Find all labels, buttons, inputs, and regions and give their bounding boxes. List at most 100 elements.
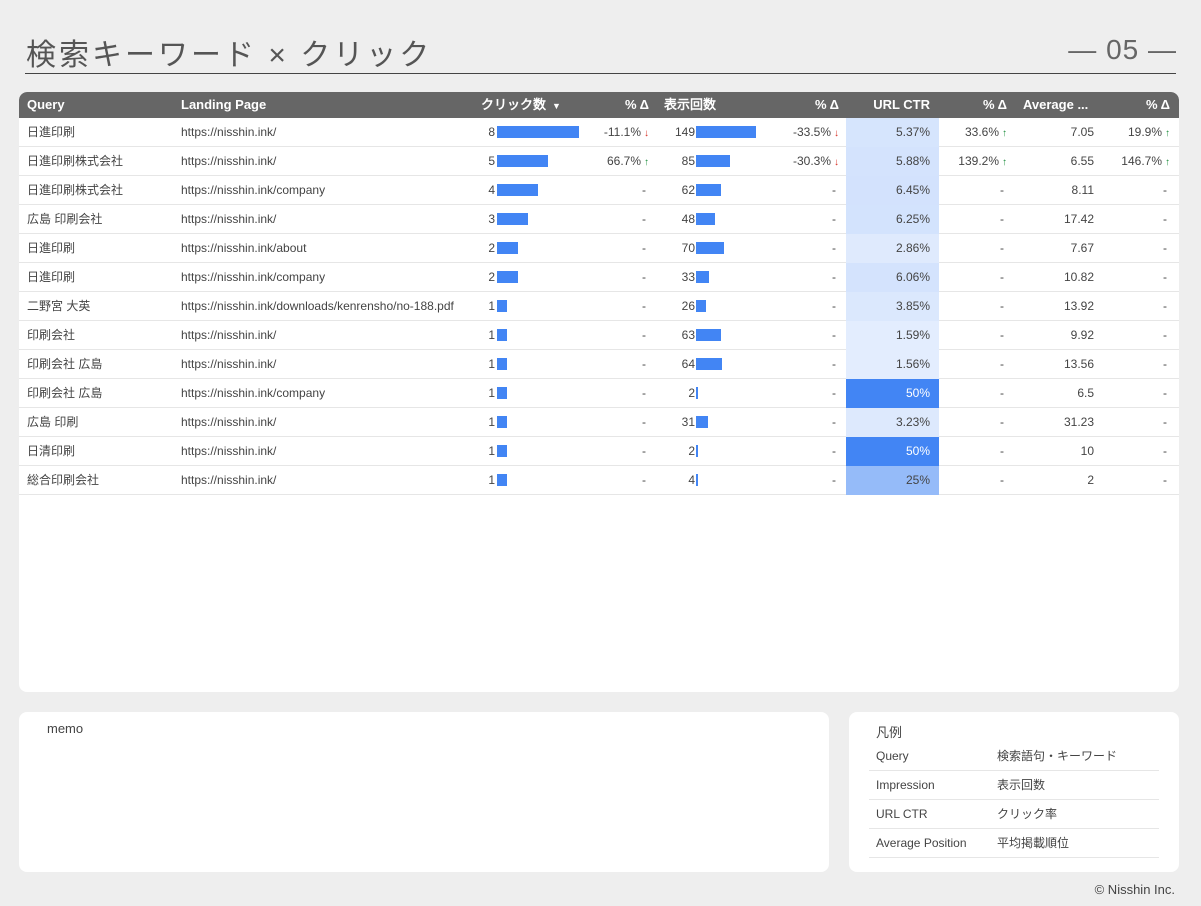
query-cell: 日進印刷株式会社 bbox=[27, 154, 124, 168]
position-cell: 13.92 bbox=[1063, 299, 1094, 313]
ctr-cell: 1.56% bbox=[895, 357, 930, 371]
clicks-delta-cell: - bbox=[579, 321, 649, 350]
legend-key: Impression bbox=[876, 778, 935, 792]
impr-delta-value: - bbox=[832, 328, 836, 342]
clicks-cell: 3 bbox=[488, 212, 495, 226]
impressions-cell: 70 bbox=[681, 241, 695, 255]
table-row[interactable]: 日清印刷 https://nisshin.ink/1 - 2 - 50% - 10 - bbox=[19, 437, 1179, 466]
clicks-bar bbox=[497, 242, 518, 254]
clicks-delta-cell: -11.1% ↓ bbox=[579, 118, 649, 147]
impr-delta-value: - bbox=[832, 212, 836, 226]
landing-page-cell: https://nisshin.ink/ bbox=[181, 328, 277, 342]
arrow-up-icon: ↑ bbox=[1165, 157, 1170, 168]
column-header-query[interactable]: Query bbox=[27, 92, 65, 118]
legend-panel: 凡例 Query 検索語句・キーワード Impression 表示回数 URL … bbox=[849, 712, 1179, 872]
impressions-cell: 2 bbox=[688, 386, 695, 400]
table-row[interactable]: 日進印刷株式会社 https://nisshin.ink/company 4 - 62 -… bbox=[19, 176, 1179, 205]
legend-row: URL CTR クリック率 bbox=[869, 800, 1159, 829]
query-cell: 印刷会社 広島 bbox=[27, 386, 103, 400]
ctr-delta-cell: 139.2% ↑ bbox=[939, 147, 1007, 176]
impressions-bar bbox=[696, 126, 756, 138]
clicks-cell: 1 bbox=[488, 357, 495, 371]
clicks-bar bbox=[497, 358, 507, 370]
pos-delta-value: - bbox=[1163, 241, 1167, 255]
pos-delta-value: 19.9% bbox=[1127, 125, 1162, 139]
pos-delta-cell: 19.9% ↑ bbox=[1099, 118, 1170, 147]
clicks-bar bbox=[497, 416, 507, 428]
impr-delta-value: -33.5% bbox=[792, 125, 831, 139]
table-header: Query Landing Page クリック数 ▼ % Δ 表示回数 % Δ U… bbox=[19, 92, 1179, 118]
pos-delta-cell: - bbox=[1099, 234, 1170, 263]
clicks-delta-value: - bbox=[642, 473, 646, 487]
column-header-clicks[interactable]: クリック数 ▼ bbox=[481, 92, 561, 118]
position-cell: 2 bbox=[1087, 473, 1094, 487]
landing-page-cell: https://nisshin.ink/about bbox=[181, 241, 307, 255]
ctr-cell: 5.88% bbox=[895, 154, 930, 168]
ctr-delta-cell: - bbox=[939, 321, 1007, 350]
memo-panel: memo bbox=[19, 712, 829, 872]
ctr-cell: 6.45% bbox=[895, 183, 930, 197]
query-cell: 広島 印刷 bbox=[27, 415, 79, 429]
column-header-impressions[interactable]: 表示回数 bbox=[664, 92, 716, 118]
pos-delta-value: - bbox=[1163, 473, 1167, 487]
clicks-delta-value: - bbox=[642, 270, 646, 284]
pos-delta-cell: - bbox=[1099, 379, 1170, 408]
table-row[interactable]: 日進印刷株式会社 https://nisshin.ink/5 66.7% ↑ 85 -30… bbox=[19, 147, 1179, 176]
column-header-ctr[interactable]: URL CTR bbox=[846, 92, 930, 118]
impressions-cell: 64 bbox=[681, 357, 695, 371]
clicks-cell: 1 bbox=[488, 473, 495, 487]
ctr-delta-cell: - bbox=[939, 263, 1007, 292]
landing-page-cell: https://nisshin.ink/downloads/kenrensho/… bbox=[181, 299, 454, 313]
pos-delta-cell: - bbox=[1099, 408, 1170, 437]
position-cell: 31.23 bbox=[1063, 415, 1094, 429]
column-header-impressions-delta[interactable]: % Δ bbox=[769, 92, 839, 118]
table-row[interactable]: 日進印刷 https://nisshin.ink/company 2 - 33 - 6.06… bbox=[19, 263, 1179, 292]
clicks-delta-cell: - bbox=[579, 408, 649, 437]
legend-key: URL CTR bbox=[876, 807, 928, 821]
clicks-cell: 1 bbox=[488, 444, 495, 458]
clicks-bar bbox=[497, 474, 507, 486]
column-header-position[interactable]: Average ... bbox=[1023, 92, 1088, 118]
impr-delta-value: - bbox=[832, 270, 836, 284]
clicks-bar bbox=[497, 184, 538, 196]
table-row[interactable]: 印刷会社 https://nisshin.ink/1 - 63 - 1.59% - 9.92 - bbox=[19, 321, 1179, 350]
title-divider bbox=[25, 73, 1176, 74]
table-row[interactable]: 二野宮 大英 https://nisshin.ink/downloads/kenr… bbox=[19, 292, 1179, 321]
impr-delta-cell: - bbox=[769, 437, 839, 466]
query-cell: 日清印刷 bbox=[27, 444, 76, 458]
table-row[interactable]: 印刷会社 広島 https://nisshin.ink/company 1 - 2 - 50… bbox=[19, 379, 1179, 408]
table-row[interactable]: 日進印刷 https://nisshin.ink/about 2 - 70 - 2.86% -… bbox=[19, 234, 1179, 263]
legend-value: クリック率 bbox=[997, 807, 1058, 821]
clicks-delta-cell: - bbox=[579, 292, 649, 321]
table-row[interactable]: 広島 印刷 https://nisshin.ink/1 - 31 - 3.23% - 31.2… bbox=[19, 408, 1179, 437]
ctr-delta-cell: - bbox=[939, 176, 1007, 205]
clicks-cell: 1 bbox=[488, 328, 495, 342]
impr-delta-value: - bbox=[832, 386, 836, 400]
column-header-ctr-delta[interactable]: % Δ bbox=[939, 92, 1007, 118]
clicks-cell: 2 bbox=[488, 241, 495, 255]
arrow-down-icon: ↓ bbox=[834, 157, 839, 168]
query-cell: 印刷会社 bbox=[27, 328, 76, 342]
arrow-down-icon: ↓ bbox=[834, 128, 839, 139]
table-row[interactable]: 印刷会社 広島 https://nisshin.ink/1 - 64 - 1.56% - 13… bbox=[19, 350, 1179, 379]
clicks-cell: 4 bbox=[488, 183, 495, 197]
clicks-cell: 1 bbox=[488, 386, 495, 400]
legend-title: 凡例 bbox=[876, 725, 903, 740]
column-header-clicks-delta[interactable]: % Δ bbox=[579, 92, 649, 118]
table-row[interactable]: 広島 印刷会社 https://nisshin.ink/3 - 48 - 6.25% - 17… bbox=[19, 205, 1179, 234]
query-cell: 総合印刷会社 bbox=[27, 473, 100, 487]
table-row[interactable]: 日進印刷 https://nisshin.ink/8 -11.1% ↓ 149 -33.5… bbox=[19, 118, 1179, 147]
landing-page-cell: https://nisshin.ink/ bbox=[181, 154, 277, 168]
table-row[interactable]: 総合印刷会社 https://nisshin.ink/1 - 4 - 25% - 2 - bbox=[19, 466, 1179, 495]
impressions-bar bbox=[696, 358, 722, 370]
impressions-cell: 2 bbox=[688, 444, 695, 458]
column-header-landing-page[interactable]: Landing Page bbox=[181, 92, 266, 118]
impressions-bar bbox=[696, 271, 709, 283]
column-header-position-delta[interactable]: % Δ bbox=[1099, 92, 1170, 118]
pos-delta-cell: - bbox=[1099, 321, 1170, 350]
impressions-cell: 48 bbox=[681, 212, 695, 226]
pos-delta-value: - bbox=[1163, 328, 1167, 342]
impressions-bar bbox=[696, 445, 698, 457]
arrow-up-icon: ↑ bbox=[1002, 157, 1007, 168]
ctr-cell: 25% bbox=[905, 473, 930, 487]
